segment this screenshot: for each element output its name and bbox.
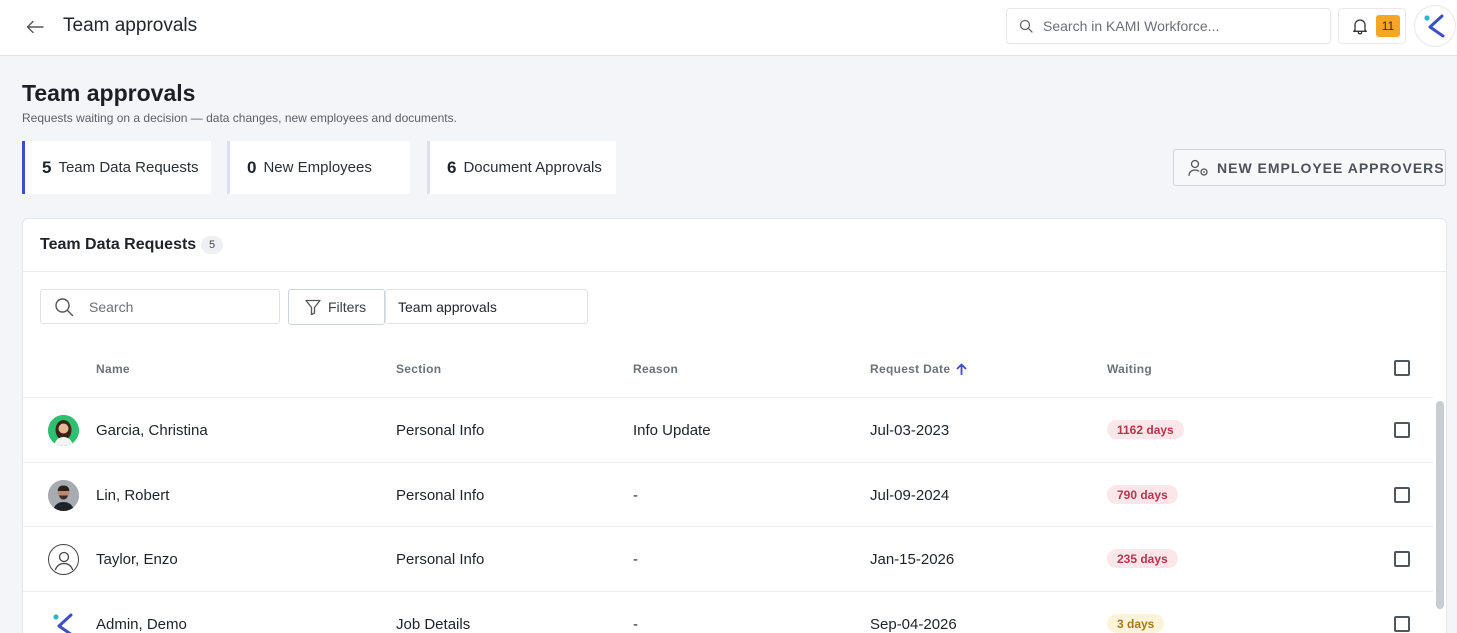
cell-name: Garcia, Christina bbox=[96, 422, 208, 439]
table-search[interactable] bbox=[40, 289, 280, 324]
table-row[interactable]: Admin, Demo Job Details - Sep-04-2026 3 … bbox=[23, 591, 1433, 633]
filters-button[interactable]: Filters bbox=[288, 289, 385, 325]
table-scrollbar[interactable] bbox=[1436, 401, 1444, 609]
notifications-button[interactable]: 11 bbox=[1338, 8, 1406, 44]
filter-icon bbox=[305, 299, 321, 315]
avatar bbox=[48, 415, 79, 446]
page-title: Team approvals bbox=[22, 80, 196, 106]
panel-title: Team Data Requests bbox=[40, 236, 197, 253]
back-button[interactable] bbox=[22, 14, 48, 40]
select-all-checkbox[interactable] bbox=[1394, 360, 1410, 376]
column-header-waiting[interactable]: Waiting bbox=[1107, 362, 1152, 376]
bell-icon bbox=[1351, 17, 1369, 35]
arrow-left-icon bbox=[26, 20, 44, 34]
column-header-section[interactable]: Section bbox=[396, 362, 441, 376]
sort-ascending-icon bbox=[956, 363, 967, 375]
column-header-reason[interactable]: Reason bbox=[633, 362, 678, 376]
cell-section: Personal Info bbox=[396, 551, 485, 568]
cell-name: Taylor, Enzo bbox=[96, 551, 178, 568]
kami-logo-button[interactable] bbox=[1414, 5, 1456, 47]
user-icon bbox=[54, 551, 73, 570]
avatar bbox=[48, 480, 79, 511]
stat-label: Document Approvals bbox=[463, 159, 602, 176]
notification-count-badge: 11 bbox=[1376, 15, 1400, 37]
global-search-input[interactable] bbox=[1043, 18, 1323, 34]
panel-count-badge: 5 bbox=[201, 236, 223, 254]
waiting-badge: 3 days bbox=[1107, 614, 1165, 633]
saved-view-select[interactable]: Team approvals bbox=[385, 289, 588, 324]
table-search-input[interactable] bbox=[89, 298, 269, 315]
stat-count: 0 bbox=[247, 157, 257, 177]
stat-card-new-employees[interactable]: 0 New Employees bbox=[227, 141, 410, 194]
waiting-badge: 1162 days bbox=[1107, 420, 1184, 439]
cell-name: Admin, Demo bbox=[96, 616, 187, 633]
stat-label: Team Data Requests bbox=[58, 159, 199, 176]
cell-reason: Info Update bbox=[633, 422, 711, 439]
man-avatar-icon bbox=[48, 480, 79, 511]
global-search[interactable] bbox=[1006, 8, 1331, 44]
waiting-badge: 790 days bbox=[1107, 485, 1178, 504]
new-employee-approvers-button[interactable]: NEW EMPLOYEE APPROVERS bbox=[1173, 149, 1446, 186]
kami-logo-icon bbox=[1424, 14, 1445, 38]
top-bar: Team approvals 11 bbox=[0, 0, 1457, 56]
page-subtitle: Requests waiting on a decision — data ch… bbox=[22, 111, 457, 125]
cell-request-date: Jul-09-2024 bbox=[870, 487, 950, 504]
woman-avatar-icon bbox=[48, 415, 79, 446]
cell-request-date: Sep-04-2026 bbox=[870, 616, 957, 633]
column-header-request-date-label: Request Date bbox=[870, 362, 951, 376]
row-checkbox[interactable] bbox=[1394, 422, 1410, 438]
column-header-request-date[interactable]: Request Date bbox=[870, 362, 967, 376]
cell-request-date: Jul-03-2023 bbox=[870, 422, 950, 439]
cell-request-date: Jan-15-2026 bbox=[870, 551, 955, 568]
stat-count: 6 bbox=[447, 157, 457, 177]
filters-label: Filters bbox=[328, 299, 367, 315]
cell-section: Personal Info bbox=[396, 422, 485, 439]
panel-header: Team Data Requests 5 bbox=[23, 219, 1446, 272]
table-row[interactable]: Lin, Robert Personal Info - Jul-09-2024 … bbox=[23, 462, 1433, 526]
team-data-requests-panel: Team Data Requests 5 Filters Team approv… bbox=[22, 218, 1447, 633]
row-checkbox[interactable] bbox=[1394, 487, 1410, 503]
avatar bbox=[48, 609, 79, 633]
stat-count: 5 bbox=[42, 157, 52, 177]
cell-reason: - bbox=[633, 487, 638, 504]
row-checkbox[interactable] bbox=[1394, 616, 1410, 632]
cell-section: Personal Info bbox=[396, 487, 485, 504]
stat-card-document-approvals[interactable]: 6 Document Approvals bbox=[427, 141, 616, 194]
waiting-badge: 235 days bbox=[1107, 549, 1178, 568]
avatar bbox=[48, 544, 79, 575]
user-settings-icon bbox=[1188, 159, 1210, 177]
table-row[interactable]: Garcia, Christina Personal Info Info Upd… bbox=[23, 397, 1433, 461]
search-icon bbox=[1019, 19, 1033, 33]
stat-card-team-data-requests[interactable]: 5 Team Data Requests bbox=[22, 141, 211, 194]
new-employee-approvers-label: NEW EMPLOYEE APPROVERS bbox=[1217, 159, 1445, 176]
topbar-title: Team approvals bbox=[63, 15, 198, 36]
cell-section: Job Details bbox=[396, 616, 471, 633]
search-icon bbox=[54, 297, 74, 317]
cell-reason: - bbox=[633, 551, 638, 568]
stat-label: New Employees bbox=[263, 159, 372, 176]
kami-logo-icon bbox=[52, 613, 72, 633]
column-header-name[interactable]: Name bbox=[96, 362, 130, 376]
cell-name: Lin, Robert bbox=[96, 487, 170, 504]
table-row[interactable]: Taylor, Enzo Personal Info - Jan-15-2026… bbox=[23, 526, 1433, 590]
cell-reason: - bbox=[633, 616, 638, 633]
row-checkbox[interactable] bbox=[1394, 551, 1410, 567]
